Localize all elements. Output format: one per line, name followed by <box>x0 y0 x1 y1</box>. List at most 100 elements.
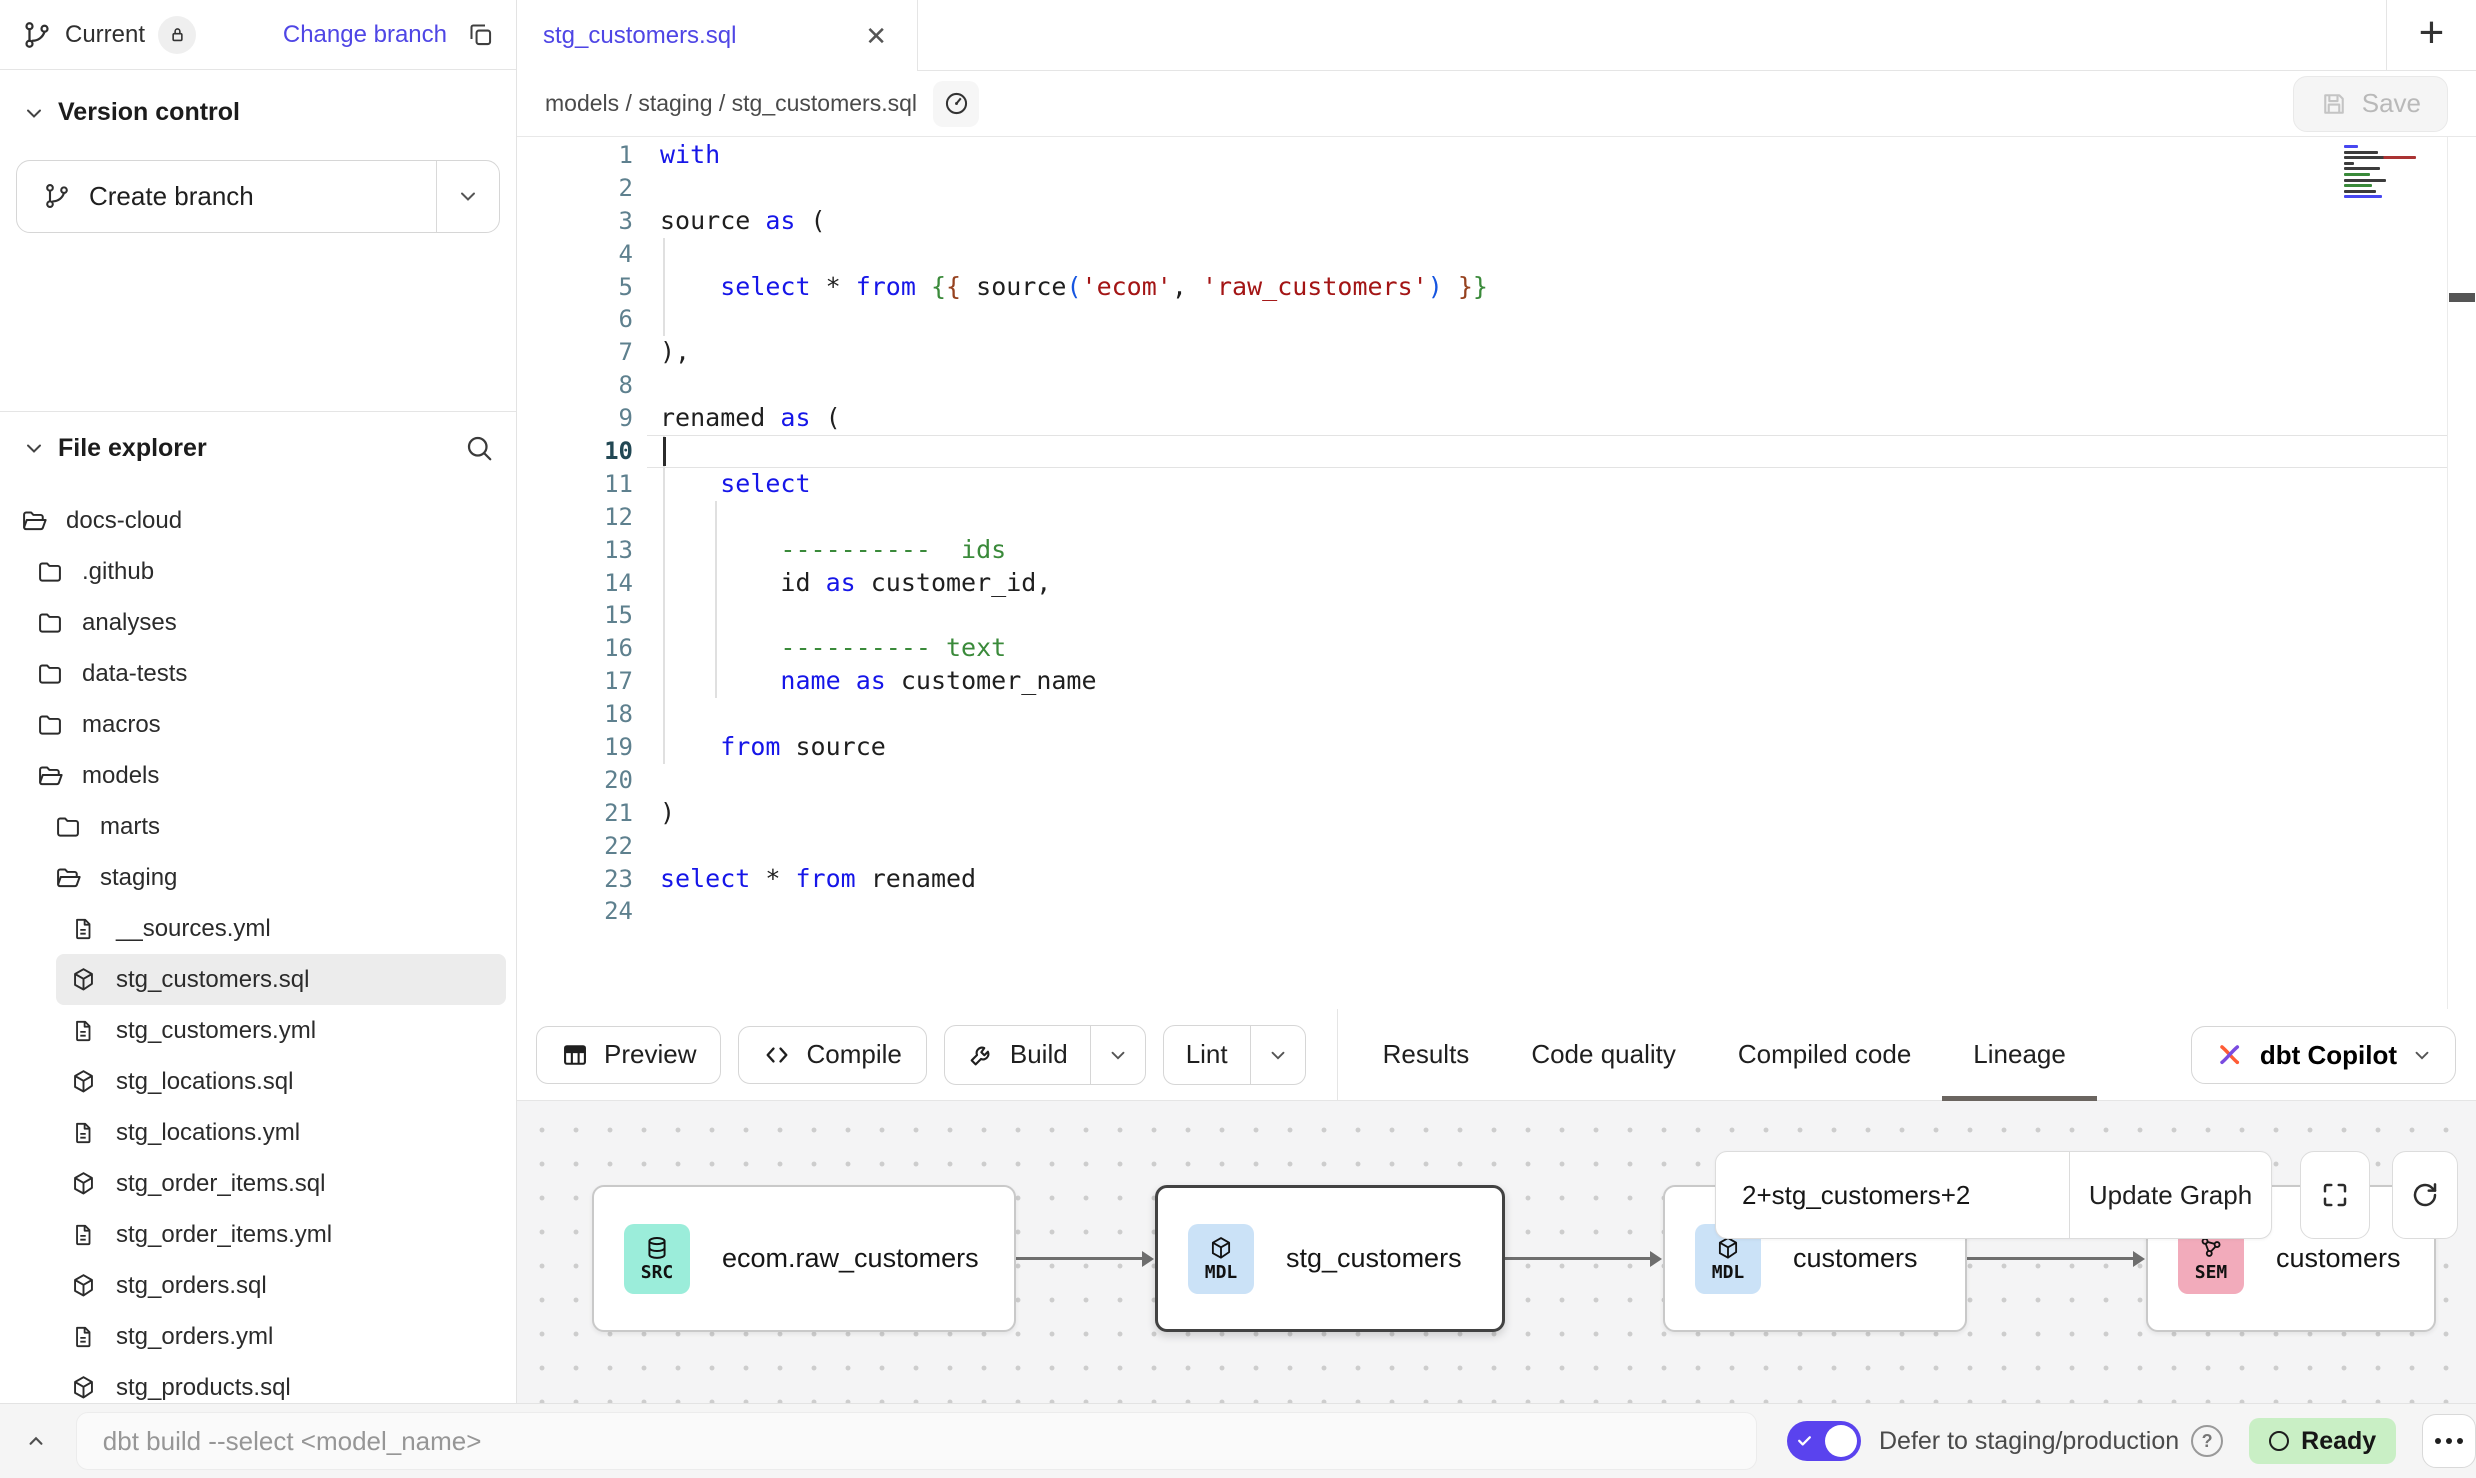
collapse-panel-button[interactable] <box>16 1421 56 1461</box>
version-control-header[interactable]: Version control <box>0 92 516 134</box>
tab-code-quality[interactable]: Code quality <box>1500 1009 1707 1101</box>
code-line-10[interactable]: 10 <box>517 435 2448 468</box>
lineage-selector-input[interactable]: 2+stg_customers+2 <box>1716 1152 2069 1238</box>
code-line-2[interactable]: 2 <box>517 172 2448 205</box>
new-tab-button[interactable]: + <box>2386 0 2476 70</box>
code-line-24[interactable]: 24 <box>517 895 2448 928</box>
dbt-copilot-button[interactable]: dbt Copilot <box>2191 1026 2456 1084</box>
tree-item-stg-order-items-yml[interactable]: stg_order_items.yml <box>0 1209 506 1260</box>
code-line-15[interactable]: 15 <box>517 599 2448 632</box>
tree-item-stg-products-sql[interactable]: stg_products.sql <box>0 1362 506 1403</box>
lineage-node-ecom-raw-customers[interactable]: SRC ecom.raw_customers <box>592 1185 1016 1332</box>
defer-toggle[interactable] <box>1787 1421 1861 1461</box>
fullscreen-button[interactable] <box>2300 1151 2370 1239</box>
file-explorer-header[interactable]: File explorer <box>0 426 516 471</box>
fullscreen-icon <box>2320 1180 2350 1210</box>
refresh-button[interactable] <box>2392 1151 2458 1239</box>
tab-stg-customers-sql[interactable]: stg_customers.sql ✕ <box>517 0 918 71</box>
lint-dropdown[interactable] <box>1251 1026 1305 1084</box>
code-editor[interactable]: 1with23source as (45 select * from {{ so… <box>517 137 2476 1009</box>
tree-item--sources-yml[interactable]: __sources.yml <box>0 903 506 954</box>
tree-item-docs-cloud[interactable]: docs-cloud <box>0 495 506 546</box>
minimap[interactable] <box>2344 145 2430 201</box>
code-line-text: from source <box>660 731 886 764</box>
more-options-button[interactable] <box>2422 1414 2476 1468</box>
code-line-16[interactable]: 16 ---------- text <box>517 632 2448 665</box>
preview-button[interactable]: Preview <box>536 1026 721 1084</box>
update-graph-button[interactable]: Update Graph <box>2069 1152 2271 1238</box>
tree-item-analyses[interactable]: analyses <box>0 597 506 648</box>
lint-button[interactable]: Lint <box>1164 1026 1250 1084</box>
doc-icon <box>70 1120 100 1146</box>
tab-compiled-code[interactable]: Compiled code <box>1707 1009 1942 1101</box>
dbt-copilot-icon <box>2214 1039 2246 1071</box>
code-line-21[interactable]: 21) <box>517 797 2448 830</box>
code-line-20[interactable]: 20 <box>517 764 2448 797</box>
search-icon[interactable] <box>464 433 494 463</box>
code-line-5[interactable]: 5 select * from {{ source('ecom', 'raw_c… <box>517 271 2448 304</box>
lineage-node-stg-customers[interactable]: MDL stg_customers <box>1155 1185 1505 1332</box>
build-dropdown[interactable] <box>1091 1026 1145 1084</box>
branch-header: Current Change branch <box>0 0 516 70</box>
create-branch-main[interactable]: Create branch <box>17 161 436 232</box>
tab-results[interactable]: Results <box>1352 1009 1501 1101</box>
tree-item-data-tests[interactable]: data-tests <box>0 648 506 699</box>
create-branch-dropdown[interactable] <box>437 161 499 232</box>
copilot-gauge-chip[interactable] <box>933 81 979 127</box>
code-line-8[interactable]: 8 <box>517 369 2448 402</box>
app-window: Current Change branch Version control <box>0 0 2476 1403</box>
code-line-9[interactable]: 9renamed as ( <box>517 402 2448 435</box>
code-line-text: select <box>660 468 811 501</box>
doc-icon <box>70 1018 100 1044</box>
code-line-12[interactable]: 12 <box>517 501 2448 534</box>
tab-lineage[interactable]: Lineage <box>1942 1009 2097 1101</box>
build-button[interactable]: Build <box>945 1026 1090 1084</box>
code-line-text: select * from renamed <box>660 863 976 896</box>
tree-item-stg-orders-sql[interactable]: stg_orders.sql <box>0 1260 506 1311</box>
code-line-14[interactable]: 14 id as customer_id, <box>517 567 2448 600</box>
code-line-22[interactable]: 22 <box>517 830 2448 863</box>
git-branch-icon <box>43 182 71 210</box>
close-icon[interactable]: ✕ <box>861 19 891 53</box>
tree-item-models[interactable]: models <box>0 750 506 801</box>
code-line-11[interactable]: 11 select <box>517 468 2448 501</box>
change-branch-link[interactable]: Change branch <box>283 21 447 49</box>
lineage-canvas[interactable]: SRC ecom.raw_customers MDL stg_customers <box>517 1101 2476 1404</box>
tree-item-stg-order-items-sql[interactable]: stg_order_items.sql <box>0 1158 506 1209</box>
tree-item-stg-locations-sql[interactable]: stg_locations.sql <box>0 1056 506 1107</box>
code-line-7[interactable]: 7), <box>517 336 2448 369</box>
code-line-19[interactable]: 19 from source <box>517 731 2448 764</box>
lineage-edge <box>1016 1257 1143 1260</box>
create-branch-button[interactable]: Create branch <box>16 160 500 233</box>
tree-item-stg-customers-sql[interactable]: stg_customers.sql <box>56 954 506 1005</box>
code-lines[interactable]: 1with23source as (45 select * from {{ so… <box>517 137 2448 1009</box>
tree-item-label: stg_locations.yml <box>116 1119 300 1147</box>
tree-item--github[interactable]: .github <box>0 546 506 597</box>
folder-icon <box>36 609 66 637</box>
code-line-17[interactable]: 17 name as customer_name <box>517 665 2448 698</box>
code-line-13[interactable]: 13 ---------- ids <box>517 534 2448 567</box>
code-line-1[interactable]: 1with <box>517 139 2448 172</box>
code-line-18[interactable]: 18 <box>517 698 2448 731</box>
tree-item-marts[interactable]: marts <box>0 801 506 852</box>
copy-icon[interactable] <box>467 21 494 48</box>
editor-scrollbar[interactable] <box>2447 137 2476 1009</box>
compile-button[interactable]: Compile <box>738 1026 926 1084</box>
code-line-23[interactable]: 23select * from renamed <box>517 863 2448 896</box>
dbt-command-input[interactable] <box>76 1412 1757 1470</box>
tree-item-stg-customers-yml[interactable]: stg_customers.yml <box>0 1005 506 1056</box>
lineage-edge <box>1505 1257 1651 1260</box>
code-line-4[interactable]: 4 <box>517 238 2448 271</box>
tree-item-label: stg_customers.sql <box>116 966 309 994</box>
tree-item-macros[interactable]: macros <box>0 699 506 750</box>
scrollbar-thumb[interactable] <box>2449 293 2475 302</box>
save-button[interactable]: Save <box>2293 76 2448 132</box>
code-line-3[interactable]: 3source as ( <box>517 205 2448 238</box>
help-icon[interactable]: ? <box>2191 1425 2223 1457</box>
tree-item-staging[interactable]: staging <box>0 852 506 903</box>
code-line-6[interactable]: 6 <box>517 303 2448 336</box>
chevron-down-icon <box>456 184 480 208</box>
tree-item-stg-locations-yml[interactable]: stg_locations.yml <box>0 1107 506 1158</box>
tree-item-stg-orders-yml[interactable]: stg_orders.yml <box>0 1311 506 1362</box>
wrench-icon <box>967 1041 995 1069</box>
